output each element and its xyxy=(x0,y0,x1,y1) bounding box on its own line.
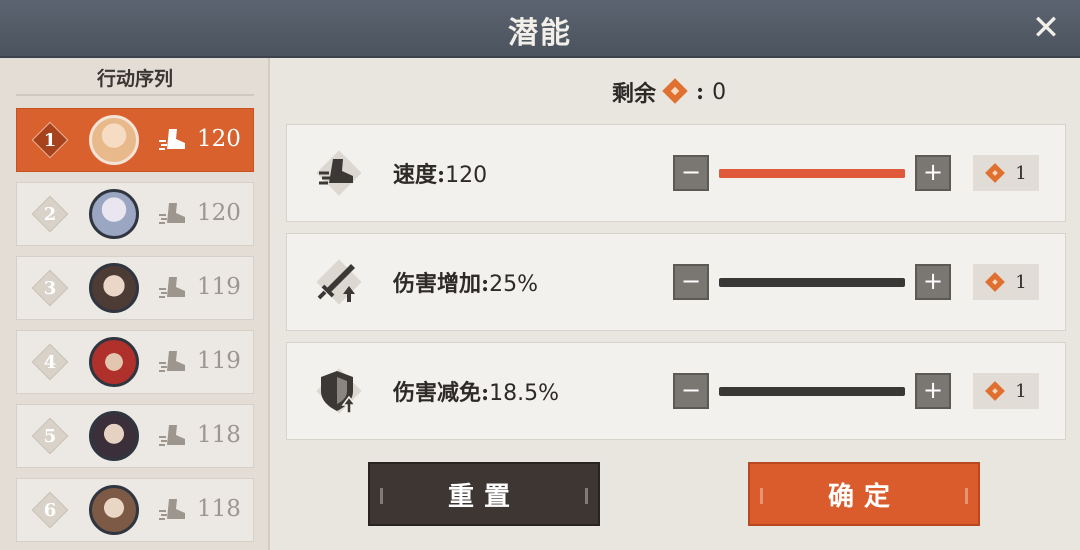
queue-index-badge: 1 xyxy=(31,121,69,159)
queue-item-5[interactable]: 5 118 xyxy=(16,404,254,468)
queue-item-3[interactable]: 3 119 xyxy=(16,256,254,320)
action-queue-panel: 行动序列 1 120 2 120 3 119 4 119 5 118 6 118 xyxy=(0,58,270,550)
stat-label: 速度:120 xyxy=(393,162,488,188)
queue-index-badge: 5 xyxy=(31,417,69,455)
speed-level-fill xyxy=(719,169,905,178)
stat-label: 伤害减免:18.5% xyxy=(393,380,560,406)
confirm-button[interactable]: 确定 xyxy=(748,462,980,526)
speed-boot-icon xyxy=(159,425,185,446)
remaining-value: 0 xyxy=(712,79,727,105)
queue-item-4[interactable]: 4 119 xyxy=(16,330,254,394)
queue-item-6[interactable]: 6 118 xyxy=(16,478,254,542)
damage-increase-cost: 1 xyxy=(973,264,1039,300)
damage-reduction-minus-button[interactable]: − xyxy=(673,373,709,409)
speed-level-bar xyxy=(719,169,905,178)
speed-boot-icon xyxy=(159,499,185,520)
queue-speed-value: 118 xyxy=(197,422,241,448)
potential-gem-icon xyxy=(985,272,1006,292)
confirm-button-label: 确定 xyxy=(827,481,900,512)
potential-gem-icon xyxy=(662,78,688,104)
queue-speed-value: 118 xyxy=(197,496,241,522)
speed-cost: 1 xyxy=(973,155,1039,191)
queue-index-badge: 4 xyxy=(31,343,69,381)
speed-boot-icon xyxy=(159,129,185,150)
potential-gem-icon xyxy=(985,163,1006,183)
reset-button[interactable]: 重置 xyxy=(368,462,600,526)
damage-reduction-plus-button[interactable]: + xyxy=(915,373,951,409)
cost-value: 1 xyxy=(1015,380,1027,402)
queue-item-2[interactable]: 2 120 xyxy=(16,182,254,246)
shield-up-icon xyxy=(316,368,362,414)
title-bar: 潜能 ✕ xyxy=(0,0,1080,58)
queue-speed-value: 119 xyxy=(197,274,241,300)
avatar xyxy=(89,337,139,387)
page-title: 潜能 xyxy=(508,16,572,51)
queue-index-badge: 6 xyxy=(31,491,69,529)
queue-speed-value: 120 xyxy=(197,200,241,226)
avatar xyxy=(89,485,139,535)
speed-boot-icon xyxy=(316,150,362,196)
stat-card-damage-reduction: 伤害减免:18.5% − + 1 xyxy=(286,342,1066,440)
damage-increase-plus-button[interactable]: + xyxy=(915,264,951,300)
action-queue-title: 行动序列 xyxy=(16,64,254,96)
reset-button-label: 重置 xyxy=(447,481,520,512)
cost-value: 1 xyxy=(1015,162,1027,184)
speed-boot-icon xyxy=(159,203,185,224)
queue-speed-value: 120 xyxy=(197,126,241,152)
queue-index-badge: 2 xyxy=(31,195,69,233)
cost-value: 1 xyxy=(1015,271,1027,293)
damage-increase-level-bar xyxy=(719,278,905,287)
stat-card-speed: 速度:120 − + 1 xyxy=(286,124,1066,222)
queue-speed-value: 119 xyxy=(197,348,241,374)
speed-minus-button[interactable]: − xyxy=(673,155,709,191)
speed-plus-button[interactable]: + xyxy=(915,155,951,191)
queue-index-badge: 3 xyxy=(31,269,69,307)
stat-label: 伤害增加:25% xyxy=(393,271,539,297)
close-icon[interactable]: ✕ xyxy=(1030,11,1062,45)
remaining-points: 剩余 : 0 xyxy=(612,76,726,108)
sword-up-icon xyxy=(316,259,362,305)
avatar xyxy=(89,411,139,461)
damage-increase-minus-button[interactable]: − xyxy=(673,264,709,300)
avatar xyxy=(89,115,139,165)
speed-boot-icon xyxy=(159,277,185,298)
queue-item-1[interactable]: 1 120 xyxy=(16,108,254,172)
speed-boot-icon xyxy=(159,351,185,372)
damage-reduction-cost: 1 xyxy=(973,373,1039,409)
potential-gem-icon xyxy=(985,381,1006,401)
remaining-label: 剩余 xyxy=(612,81,657,107)
avatar xyxy=(89,263,139,313)
remaining-separator: : xyxy=(696,79,705,105)
stat-card-damage-increase: 伤害增加:25% − + 1 xyxy=(286,233,1066,331)
damage-reduction-level-bar xyxy=(719,387,905,396)
avatar xyxy=(89,189,139,239)
